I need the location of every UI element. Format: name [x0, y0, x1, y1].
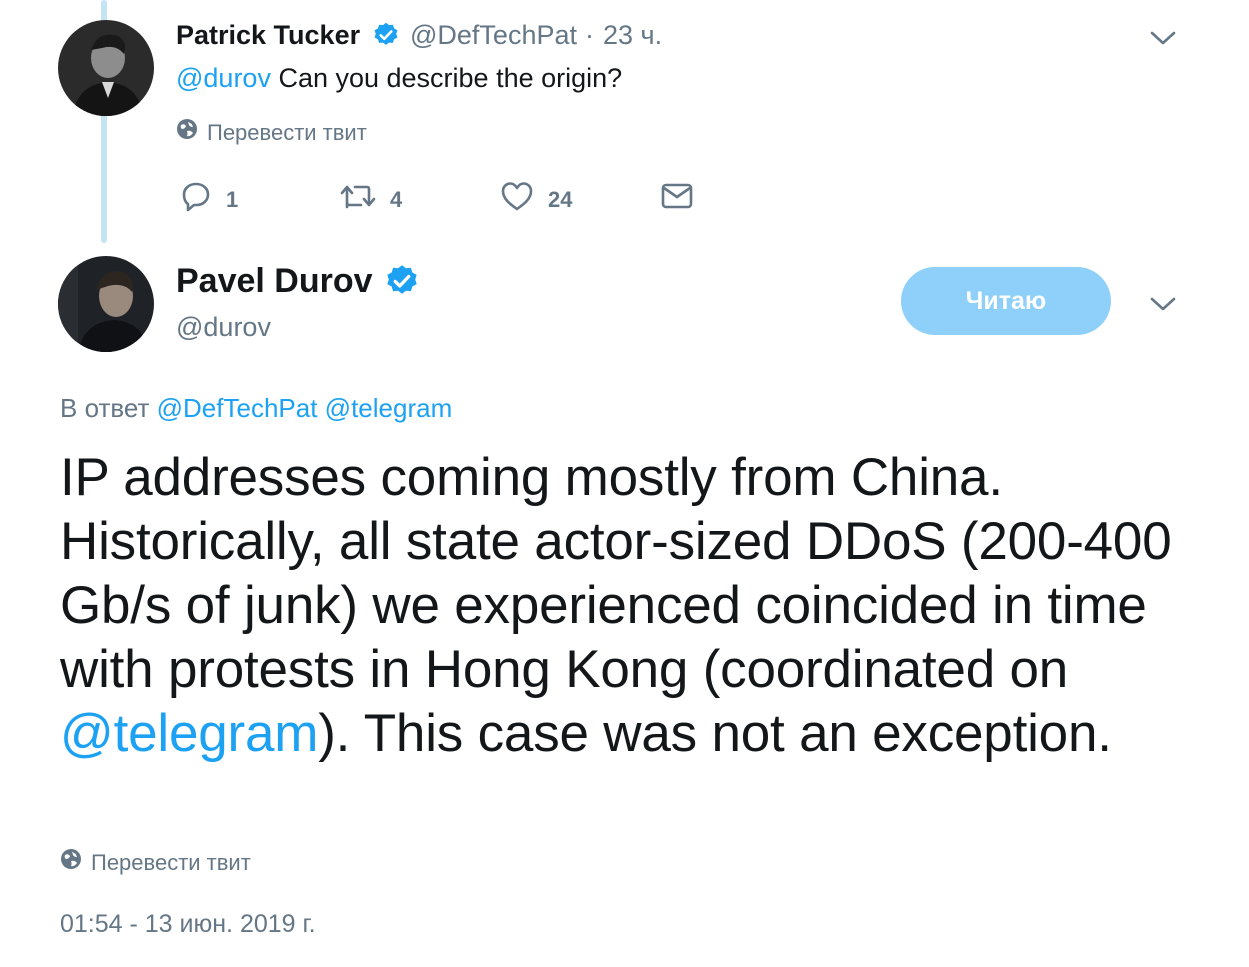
reply-author-handle[interactable]: @DefTechPat: [410, 18, 577, 52]
in-reply-mention-telegram[interactable]: @telegram: [325, 393, 453, 423]
reply-time-ago[interactable]: 23 ч.: [603, 18, 662, 52]
reply-count: 1: [226, 186, 239, 212]
in-reply-to-line: В ответ @DefTechPat @telegram: [60, 392, 452, 424]
tweet-text-part2: ). This case was not an exception.: [318, 704, 1112, 763]
in-reply-prefix: В ответ: [60, 393, 150, 423]
retweet-action[interactable]: 4: [340, 180, 402, 219]
translate-label: Перевести твит: [91, 849, 251, 875]
reply-text-body: Can you describe the origin?: [270, 63, 623, 93]
verified-badge-icon: [384, 263, 420, 304]
like-icon: [500, 180, 534, 219]
globe-icon: [60, 848, 82, 877]
main-tweet-text: IP addresses coming mostly from China. H…: [60, 446, 1210, 766]
reply-action[interactable]: 1: [180, 180, 238, 219]
translate-label: Перевести твит: [207, 119, 367, 145]
separator-dot: ·: [585, 20, 594, 50]
retweet-icon: [340, 180, 376, 219]
chevron-down-icon[interactable]: [1150, 30, 1176, 51]
mention-link[interactable]: @durov: [176, 63, 271, 93]
avatar-pavel-durov[interactable]: [58, 256, 154, 352]
like-count: 24: [548, 186, 573, 212]
main-author-handle[interactable]: @durov: [176, 310, 271, 344]
translate-tweet-link[interactable]: Перевести твит: [60, 848, 251, 877]
main-author-name[interactable]: Pavel Durov: [176, 260, 373, 302]
avatar-patrick-tucker[interactable]: [58, 20, 154, 116]
reply-tweet-text: @durov Can you describe the origin?: [176, 61, 622, 95]
chevron-down-icon[interactable]: [1150, 296, 1176, 317]
reply-icon: [180, 180, 212, 219]
following-button[interactable]: Читаю: [901, 267, 1111, 335]
reply-author-name[interactable]: Patrick Tucker: [176, 18, 360, 52]
mention-link-telegram[interactable]: @telegram: [60, 704, 318, 763]
tweet-text-part1: IP addresses coming mostly from China. H…: [60, 448, 1172, 699]
translate-tweet-link[interactable]: Перевести твит: [176, 118, 367, 147]
like-action[interactable]: 24: [500, 180, 572, 219]
globe-icon: [176, 118, 198, 147]
verified-badge-icon: [372, 21, 400, 54]
retweet-count: 4: [390, 186, 403, 212]
tweet-timestamp[interactable]: 01:54 - 13 июн. 2019 г.: [60, 908, 316, 940]
direct-message-icon[interactable]: [661, 182, 693, 215]
in-reply-mention-deftechpat[interactable]: @DefTechPat: [157, 393, 318, 423]
